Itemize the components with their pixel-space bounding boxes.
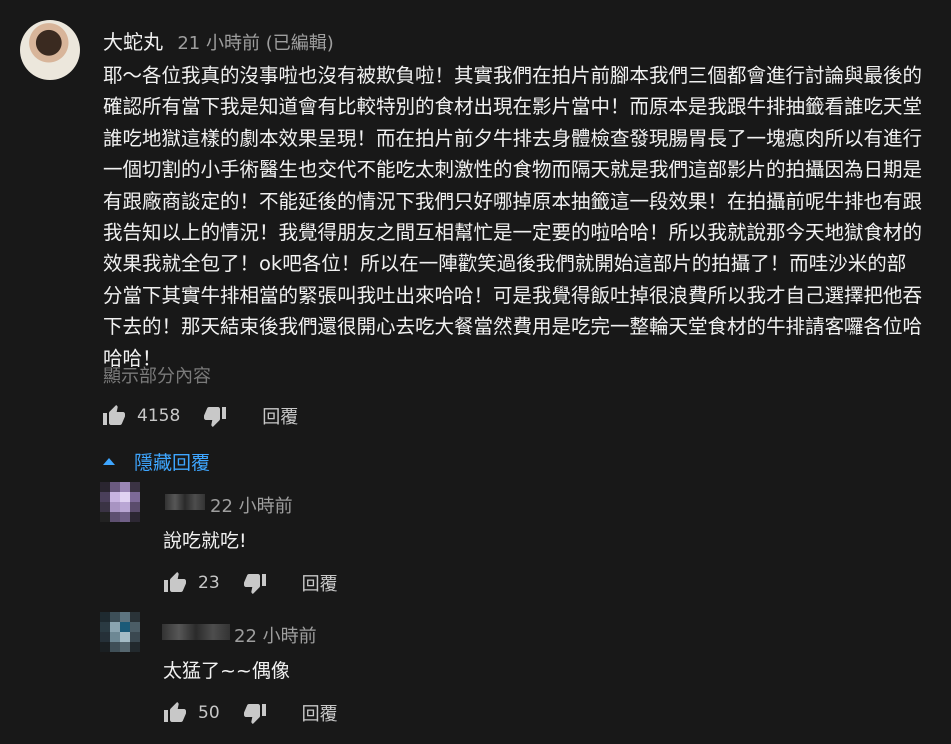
reply-button[interactable]: 回覆 [302,570,338,596]
reply-timestamp[interactable]: 22 小時前 [234,622,317,648]
like-count: 23 [198,573,220,593]
reply-button[interactable]: 回覆 [262,403,298,429]
comment-actions: 4158 回覆 [101,403,298,429]
reply-avatar[interactable] [100,612,142,654]
thumbs-down-icon[interactable] [202,403,228,429]
caret-up-icon [103,458,115,465]
author-avatar[interactable] [20,20,80,80]
hide-replies-button[interactable]: 隱藏回覆 [103,448,210,475]
reply-author-name[interactable] [162,624,230,640]
reply-body: 太猛了~~偶像 [163,660,290,682]
show-less-link[interactable]: 顯示部分內容 [103,362,211,388]
thumbs-up-icon[interactable] [101,403,127,429]
hide-replies-label: 隱藏回覆 [134,452,211,474]
reply-author-name[interactable] [165,494,205,510]
reply-avatar[interactable] [100,482,142,524]
reply-actions: 50 回覆 [162,700,338,726]
like-count: 50 [198,703,220,723]
like-count: 4158 [137,406,181,426]
reply-body: 說吃就吃! [163,530,247,552]
thumbs-down-icon[interactable] [242,700,268,726]
comment-header: 大蛇丸 21 小時前 (已編輯) [103,26,334,55]
reply-timestamp[interactable]: 22 小時前 [210,492,293,518]
reply-actions: 23 回覆 [162,570,338,596]
author-name[interactable]: 大蛇丸 [103,30,163,54]
thumbs-up-icon[interactable] [162,700,188,726]
thumbs-down-icon[interactable] [242,570,268,596]
thumbs-up-icon[interactable] [162,570,188,596]
reply-button[interactable]: 回覆 [302,700,338,726]
comment-body: 耶～各位我真的沒事啦也沒有被欺負啦！其實我們在拍片前腳本我們三個都會進行討論與最… [103,64,923,370]
comment-timestamp[interactable]: 21 小時前 (已編輯) [177,33,333,54]
